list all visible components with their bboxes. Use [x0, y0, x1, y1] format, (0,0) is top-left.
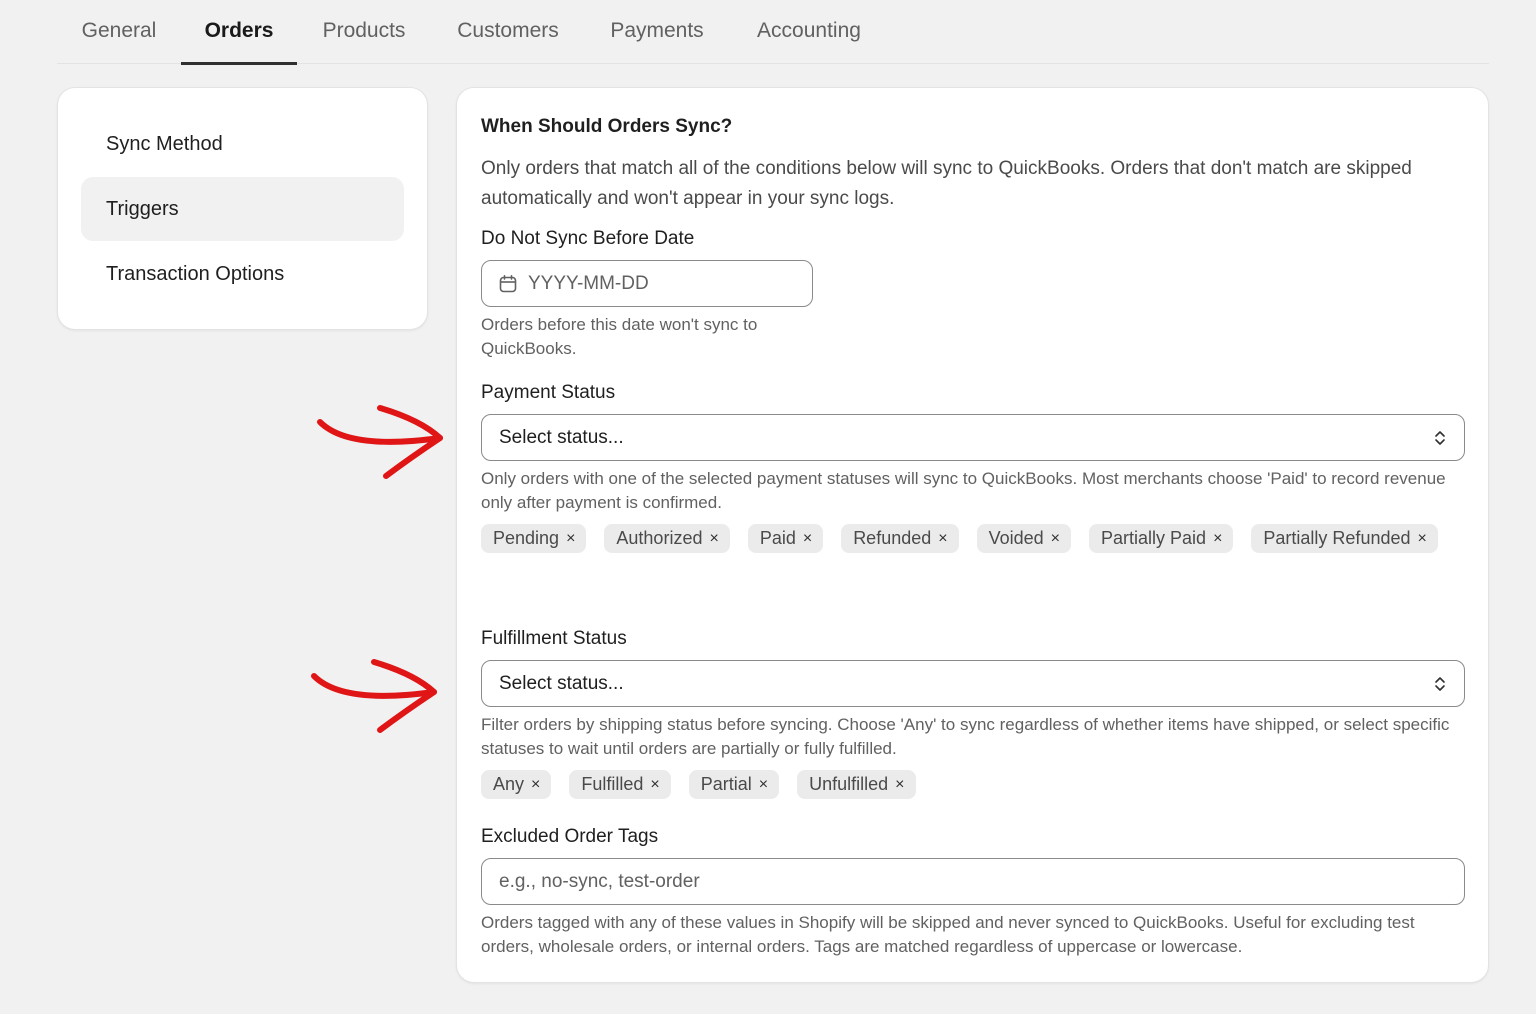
status-chip-partially-refunded: Partially Refunded × [1251, 524, 1438, 553]
payment-status-label: Payment Status [481, 382, 616, 403]
card-title: When Should Orders Sync? [481, 116, 733, 137]
nav-item-triggers[interactable]: Triggers [81, 177, 404, 241]
status-chip-unfulfilled: Unfulfilled × [797, 770, 916, 799]
remove-chip-icon[interactable]: × [803, 530, 812, 548]
remove-chip-icon[interactable]: × [650, 776, 659, 794]
tab-accounting[interactable]: Accounting [753, 0, 865, 64]
date-help: Orders before this date won't sync to Qu… [481, 315, 758, 358]
status-chip-any: Any × [481, 770, 552, 799]
remove-chip-icon[interactable]: × [1051, 530, 1060, 548]
red-arrow-icon [311, 659, 437, 733]
remove-chip-icon[interactable]: × [709, 530, 718, 548]
excluded-tags-field[interactable] [481, 858, 1465, 905]
fulfillment-status-select[interactable]: Select status... [481, 660, 1465, 707]
chevron-up-down-icon [1435, 430, 1445, 445]
settings-page: General Orders Products Customers Paymen… [0, 0, 1536, 1014]
fulfillment-status-select-value: Select status... [499, 672, 624, 694]
date-field[interactable] [481, 260, 813, 307]
calendar-icon [499, 274, 517, 292]
payment-status-chips: Pending × Authorized × Paid × Refunded × Voi… [481, 524, 1466, 571]
status-chip-fulfilled: Fulfilled × [569, 770, 671, 799]
red-arrow-icon [317, 405, 443, 479]
section-nav: Sync Method Triggers Transaction Options [57, 87, 428, 330]
triggers-card: When Should Orders Sync? Only orders tha… [456, 87, 1489, 983]
excluded-tags-input[interactable] [499, 870, 1439, 893]
remove-chip-icon[interactable]: × [895, 776, 904, 794]
status-chip-partially-paid: Partially Paid × [1089, 524, 1234, 553]
fulfillment-status-label: Fulfillment Status [481, 628, 627, 649]
date-label: Do Not Sync Before Date [481, 228, 695, 249]
fulfillment-status-help: Filter orders by shipping status before … [481, 715, 1450, 758]
remove-chip-icon[interactable]: × [531, 776, 540, 794]
remove-chip-icon[interactable]: × [1213, 530, 1222, 548]
status-chip-pending: Pending × [481, 524, 587, 553]
nav-item-transaction-options[interactable]: Transaction Options [81, 242, 404, 306]
tab-bar: General Orders Products Customers Paymen… [57, 0, 1489, 65]
remove-chip-icon[interactable]: × [938, 530, 947, 548]
status-chip-paid: Paid × [747, 524, 824, 553]
tab-products[interactable]: Products [320, 0, 408, 64]
tab-orders[interactable]: Orders [181, 0, 297, 65]
card-description: Only orders that match all of the condit… [481, 158, 1412, 209]
tab-payments[interactable]: Payments [609, 0, 705, 64]
payment-status-help: Only orders with one of the selected pay… [481, 469, 1446, 512]
date-input[interactable] [528, 272, 808, 295]
excluded-tags-label: Excluded Order Tags [481, 826, 659, 847]
chevron-up-down-icon [1435, 676, 1445, 691]
fulfillment-status-chips: Any × Fulfilled × Partial × Unfulfilled × [481, 770, 1466, 817]
status-chip-authorized: Authorized × [604, 524, 730, 553]
remove-chip-icon[interactable]: × [1418, 530, 1427, 548]
payment-status-select-value: Select status... [499, 426, 624, 448]
nav-item-sync-method[interactable]: Sync Method [81, 112, 404, 176]
tab-general[interactable]: General [81, 0, 157, 64]
status-chip-voided: Voided × [976, 524, 1072, 553]
status-chip-refunded: Refunded × [841, 524, 959, 553]
remove-chip-icon[interactable]: × [566, 530, 575, 548]
payment-status-select[interactable]: Select status... [481, 414, 1465, 461]
excluded-tags-help: Orders tagged with any of these values i… [481, 913, 1415, 956]
remove-chip-icon[interactable]: × [759, 776, 768, 794]
status-chip-partial: Partial × [688, 770, 780, 799]
tab-customers[interactable]: Customers [455, 0, 561, 64]
